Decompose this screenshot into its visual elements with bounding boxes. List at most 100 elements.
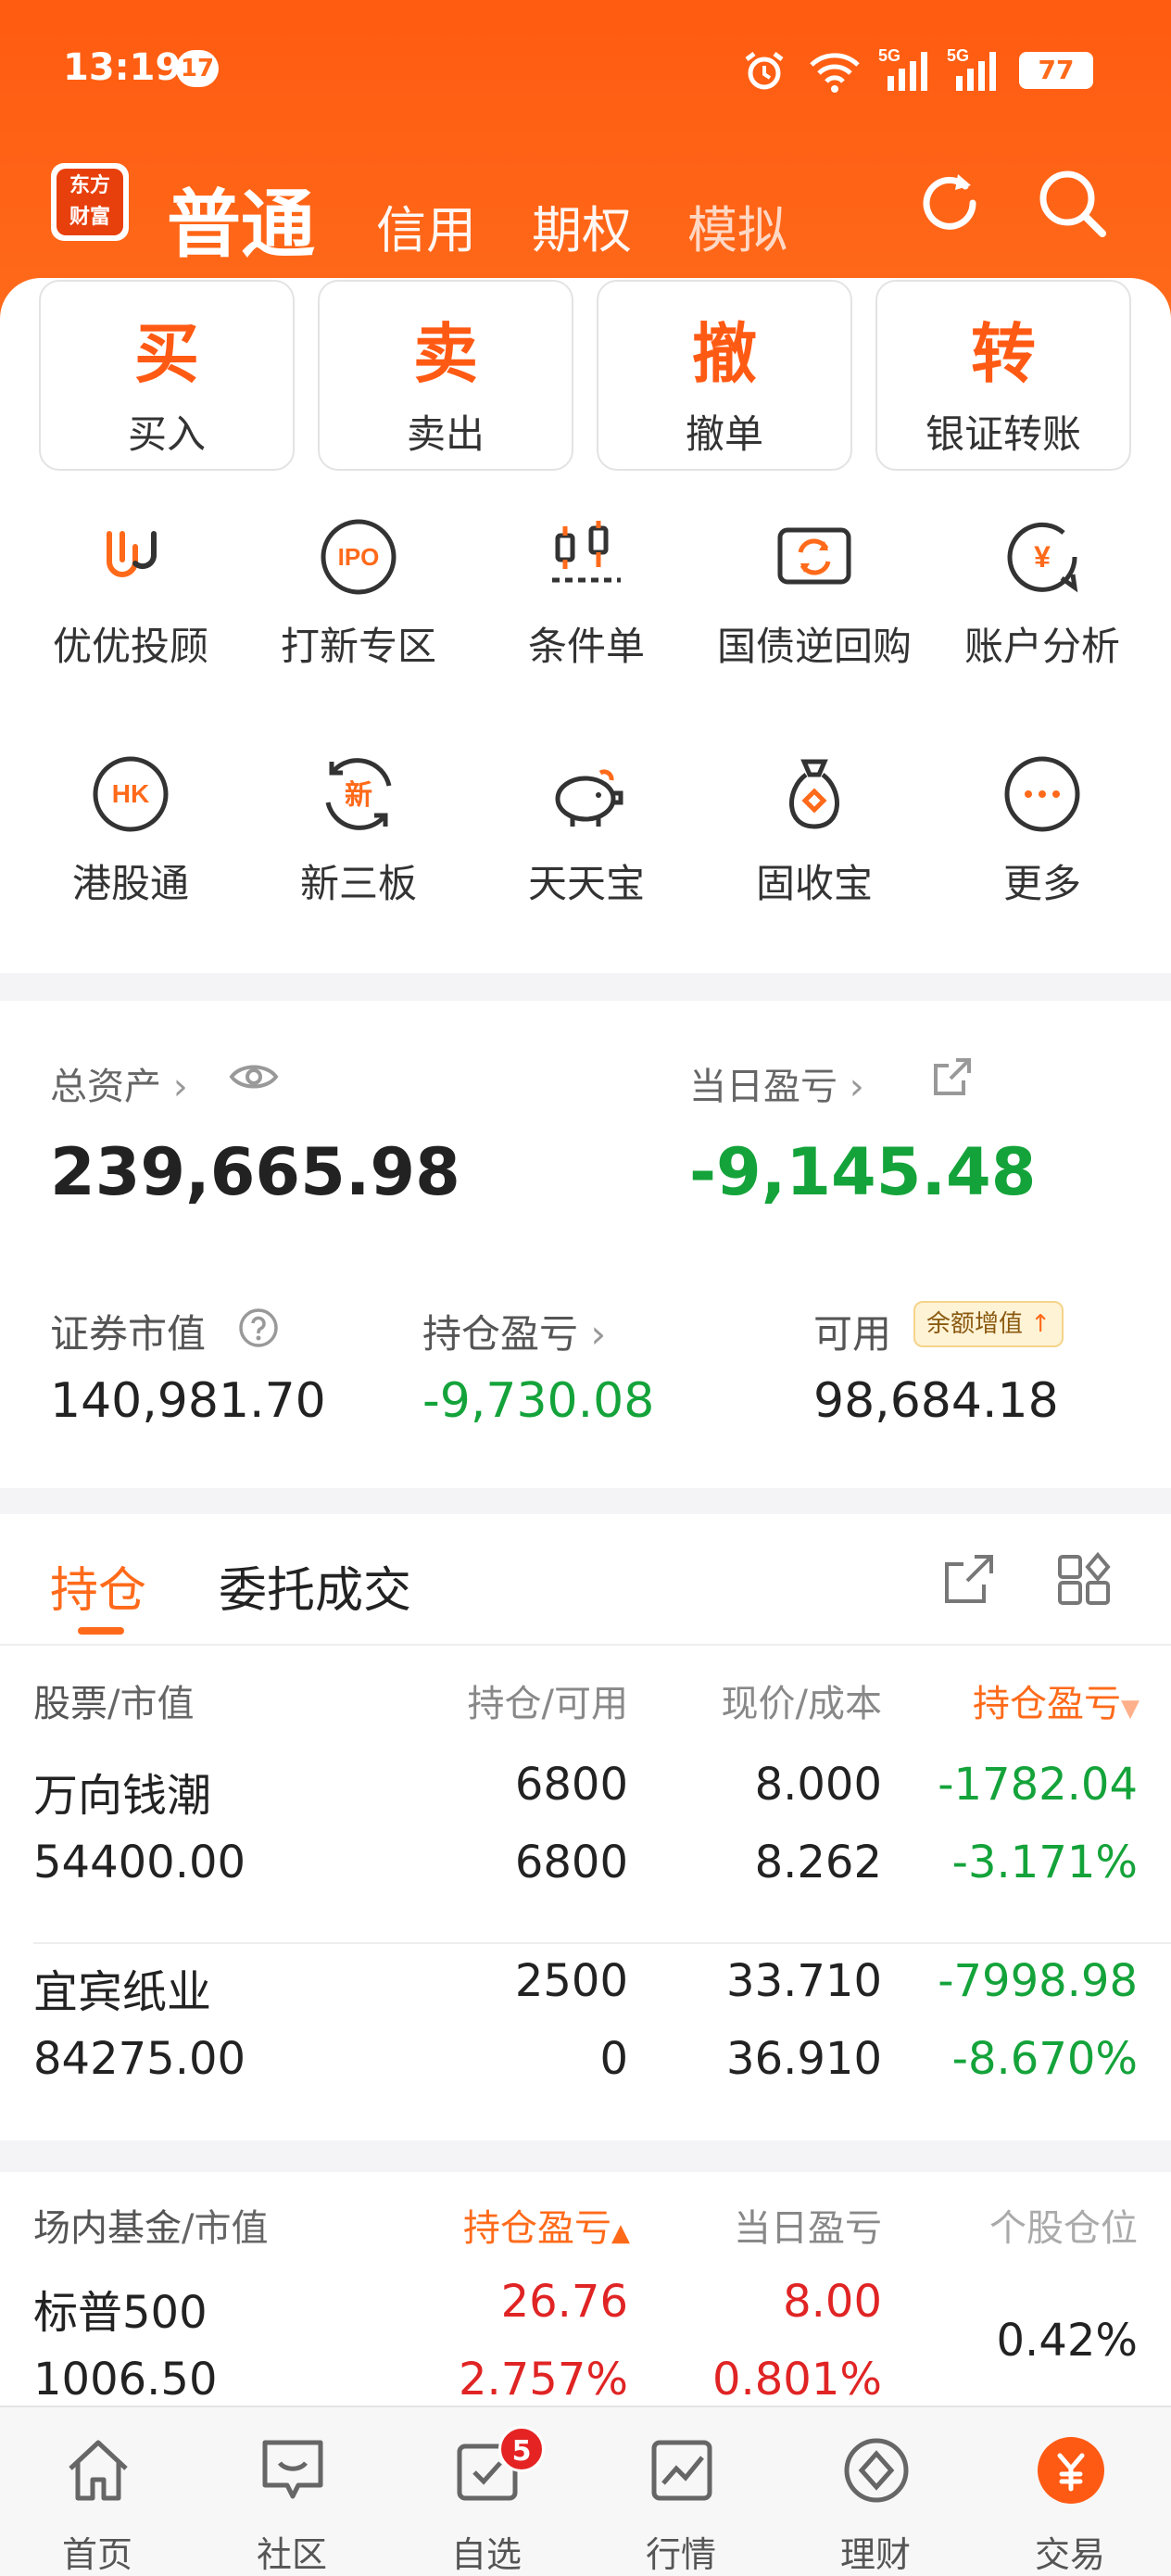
service-new-third-board[interactable]: 新 新三板 [243, 752, 474, 938]
sell-button[interactable]: 卖 卖出 [318, 280, 573, 471]
stock-position: 2500 [514, 1955, 628, 2007]
eye-icon[interactable] [228, 1058, 280, 1095]
eastmoney-logo[interactable]: 东方 财富 [51, 163, 129, 241]
holdings-section: 持仓 委托成交 股票/市值 持仓/可用 现价/成本 持仓盈亏▼ 万向钱潮 544… [0, 1514, 1171, 2140]
service-label: 打新专区 [280, 624, 436, 669]
balance-boost-badge[interactable]: 余额增值 ↑ [913, 1301, 1064, 1347]
money-bag-icon [789, 759, 839, 829]
holding-row[interactable]: 万向钱潮 54400.00 6800 6800 8.000 8.262 -178… [0, 1746, 1171, 1920]
fund-pl: 26.76 [500, 2276, 628, 2328]
tab-simulation[interactable]: 模拟 [687, 189, 787, 262]
service-repo[interactable]: 国债逆回购 [699, 515, 930, 701]
share-icon[interactable] [941, 1551, 997, 1607]
col-header-qty: 持仓/可用 [467, 1683, 628, 1725]
fund-sub-header: /市值 [182, 2207, 269, 2250]
col-header-stock: 股票/市值 [33, 1673, 194, 1727]
nav-trade[interactable]: 交易 [973, 2426, 1167, 2575]
service-label: 新三板 [299, 861, 417, 906]
nav-label: 行情 [645, 2534, 716, 2575]
stock-market-value: 84275.00 [33, 2033, 246, 2085]
service-label: 条件单 [527, 624, 645, 669]
holding-row[interactable]: 宜宾纸业 84275.00 2500 0 33.710 36.910 -7998… [0, 1942, 1171, 2116]
fund-daily-pl-percent: 0.801% [711, 2354, 882, 2406]
help-icon[interactable] [237, 1307, 280, 1349]
service-condition-order[interactable]: 条件单 [471, 515, 702, 701]
wealth-icon [844, 2438, 909, 2503]
new-third-board-icon: 新 [325, 758, 392, 830]
total-assets-label: 总资产 [50, 1066, 161, 1108]
svg-text:¥: ¥ [1034, 540, 1051, 574]
nav-label: 首页 [61, 2534, 132, 2575]
service-fixed-income[interactable]: 固收宝 [699, 752, 930, 938]
nav-label: 自选 [450, 2534, 522, 2575]
col-header-fund: 场内基金/市值 [33, 2198, 268, 2252]
sort-icon: ▼ [1121, 1695, 1140, 1723]
daily-pl-link[interactable]: 当日盈亏 › [689, 1056, 864, 1110]
status-bar: 13:19 17 5G 5G 77 [0, 0, 1171, 139]
service-ipo[interactable]: IPO 打新专区 [243, 515, 474, 701]
service-account-analysis[interactable]: ¥ 账户分析 [926, 515, 1158, 701]
col-header-pl-sort[interactable]: 持仓盈亏▼ [973, 1673, 1140, 1727]
chevron-right-icon: › [590, 1311, 607, 1357]
service-label: 天天宝 [527, 861, 645, 906]
svg-text:新: 新 [345, 779, 372, 812]
share-icon[interactable] [930, 1054, 975, 1099]
nav-community[interactable]: 社区 [195, 2426, 389, 2575]
search-icon[interactable] [1030, 161, 1114, 245]
col-header-daily-pl: 当日盈亏 [734, 2207, 882, 2250]
tab-credit[interactable]: 信用 [376, 189, 476, 262]
transfer-label: 银证转账 [925, 411, 1081, 457]
nav-label: 社区 [256, 2534, 327, 2575]
stock-pl: -1782.04 [938, 1759, 1138, 1811]
cancel-label: 撤单 [685, 411, 763, 457]
bank-transfer-button[interactable]: 转 银证转账 [875, 280, 1131, 471]
svg-text:5G: 5G [947, 46, 969, 65]
condition-order-icon [552, 521, 621, 583]
nav-watchlist[interactable]: 5 自选 [389, 2426, 584, 2575]
col-header-fund-pl-sort[interactable]: 持仓盈亏▲ [463, 2198, 630, 2252]
available-label: 可用 [813, 1311, 892, 1357]
cancel-glyph: 撤 [692, 316, 757, 392]
tab-normal[interactable]: 普通 [167, 165, 315, 272]
logo-text-top: 东方 [69, 174, 110, 197]
tab-orders-trades[interactable]: 委托成交 [219, 1551, 411, 1621]
available-value: 98,684.18 [813, 1373, 1059, 1429]
fund-pl-percent: 2.757% [458, 2354, 628, 2406]
service-more[interactable]: 更多 [926, 752, 1158, 938]
stock-pl-percent: -8.670% [951, 2033, 1138, 2085]
funds-section: 场内基金/市值 持仓盈亏▲ 当日盈亏 个股仓位 标普500 1006.50 26… [0, 2172, 1171, 2413]
nav-market[interactable]: 行情 [584, 2426, 778, 2575]
stock-name: 宜宾纸业 [33, 1966, 212, 2018]
pl-header-text: 持仓盈亏 [973, 1683, 1121, 1725]
service-hk-connect[interactable]: HK 港股通 [15, 752, 246, 938]
fund-row[interactable]: 标普500 1006.50 26.76 2.757% 8.00 0.801% 0… [0, 2265, 1171, 2413]
tab-options[interactable]: 期权 [532, 189, 632, 262]
bottom-navigation: 首页 社区 5 自选 行情 理财 交易 [0, 2406, 1171, 2576]
col-header-weight: 个股仓位 [989, 2207, 1138, 2250]
tab-holdings[interactable]: 持仓 [50, 1551, 146, 1621]
fund-name: 标普500 [33, 2287, 208, 2339]
service-uu-advisor[interactable]: 优优投顾 [15, 515, 246, 701]
stock-available: 6800 [514, 1837, 628, 1888]
refresh-icon[interactable] [908, 161, 991, 245]
cancel-order-button[interactable]: 撤 撤单 [597, 280, 852, 471]
service-label: 港股通 [71, 861, 189, 906]
account-analysis-icon: ¥ [1007, 522, 1078, 593]
wifi-icon [810, 53, 860, 93]
service-label: 国债逆回购 [716, 624, 912, 669]
total-assets-link[interactable]: 总资产 › [50, 1056, 188, 1110]
nav-home[interactable]: 首页 [0, 2426, 195, 2575]
total-assets-value: 239,665.98 [50, 1134, 460, 1210]
stock-pl: -7998.98 [938, 1955, 1138, 2007]
notification-count-badge: 17 [176, 50, 219, 87]
grid-view-icon[interactable] [1056, 1551, 1112, 1607]
nav-wealth[interactable]: 理财 [778, 2426, 973, 2575]
service-piggy-bank[interactable]: 天天宝 [471, 752, 702, 938]
chevron-right-icon: › [849, 1066, 864, 1108]
stock-available: 0 [599, 2033, 628, 2085]
buy-button[interactable]: 买 买入 [39, 280, 295, 471]
position-pl-link[interactable]: 持仓盈亏 › [422, 1303, 606, 1359]
signal-5g-icon: 5G [878, 46, 927, 91]
trading-page: 13:19 17 5G 5G 77 东方财富 普通 信用 期权 模拟 买 买入 [0, 0, 1171, 2576]
market-value-label: 证券市值 [50, 1311, 207, 1357]
